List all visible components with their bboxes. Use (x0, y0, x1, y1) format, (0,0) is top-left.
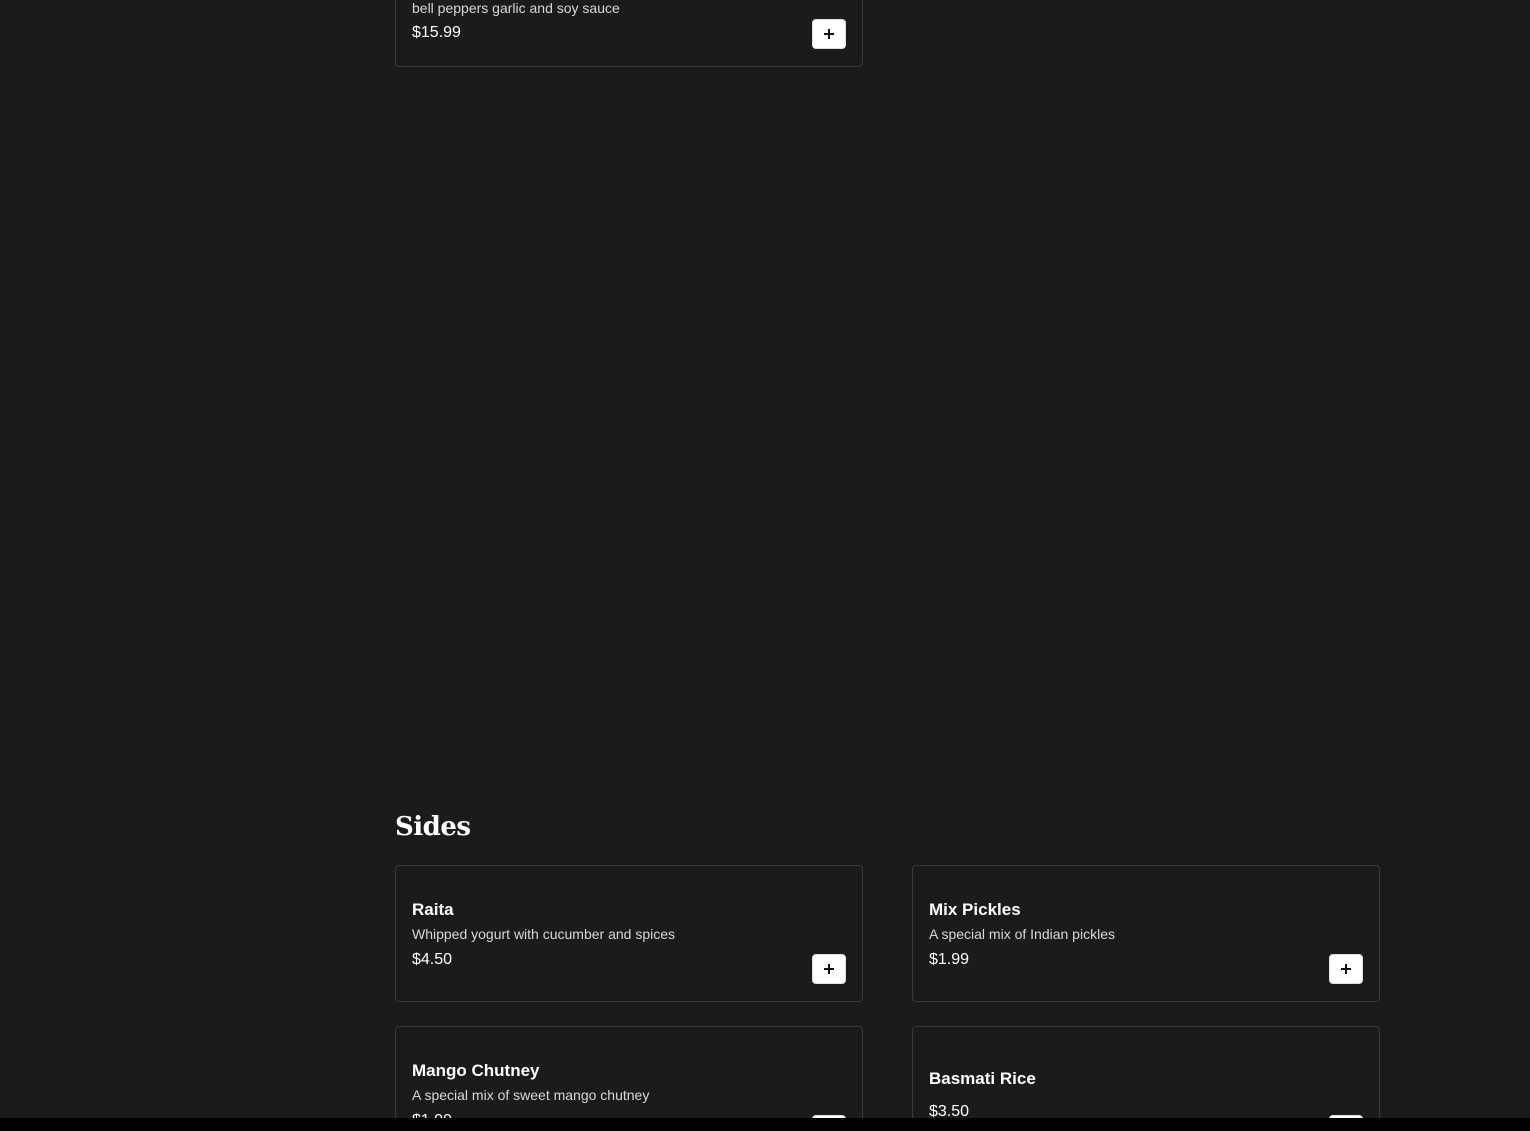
item-description: A special mix of sweet mango chutney (412, 1087, 650, 1103)
section-title: Sides (395, 812, 471, 842)
plus-icon (1341, 964, 1351, 974)
item-price: $1.99 (929, 951, 970, 968)
menu-item-card[interactable]: Mango Chutney A special mix of sweet man… (395, 1026, 863, 1131)
add-to-cart-button[interactable] (812, 19, 846, 49)
menu-item-card[interactable]: bell peppers garlic and soy sauce $15.99 (395, 0, 863, 67)
item-price: $15.99 (412, 24, 461, 41)
menu-item-card[interactable]: Basmati Rice $3.50 (912, 1026, 1380, 1131)
plus-icon (824, 964, 834, 974)
plus-icon (824, 29, 834, 39)
menu-item-card[interactable]: Mix Pickles A special mix of Indian pick… (912, 865, 1380, 1002)
item-description: A special mix of Indian pickles (929, 926, 1115, 942)
item-description: Whipped yogurt with cucumber and spices (412, 926, 676, 942)
bottom-bar (0, 1118, 1530, 1131)
item-name: Raita (412, 900, 454, 919)
menu-viewport: bell peppers garlic and soy sauce $15.99… (0, 0, 1530, 1131)
item-description: bell peppers garlic and soy sauce (412, 0, 620, 16)
item-name: Basmati Rice (929, 1069, 1036, 1088)
menu-item-card[interactable]: Raita Whipped yogurt with cucumber and s… (395, 865, 863, 1002)
item-price: $4.50 (412, 951, 453, 968)
add-to-cart-button[interactable] (812, 954, 846, 984)
item-name: Mix Pickles (929, 900, 1021, 919)
add-to-cart-button[interactable] (1329, 954, 1363, 984)
item-name: Mango Chutney (412, 1061, 540, 1080)
